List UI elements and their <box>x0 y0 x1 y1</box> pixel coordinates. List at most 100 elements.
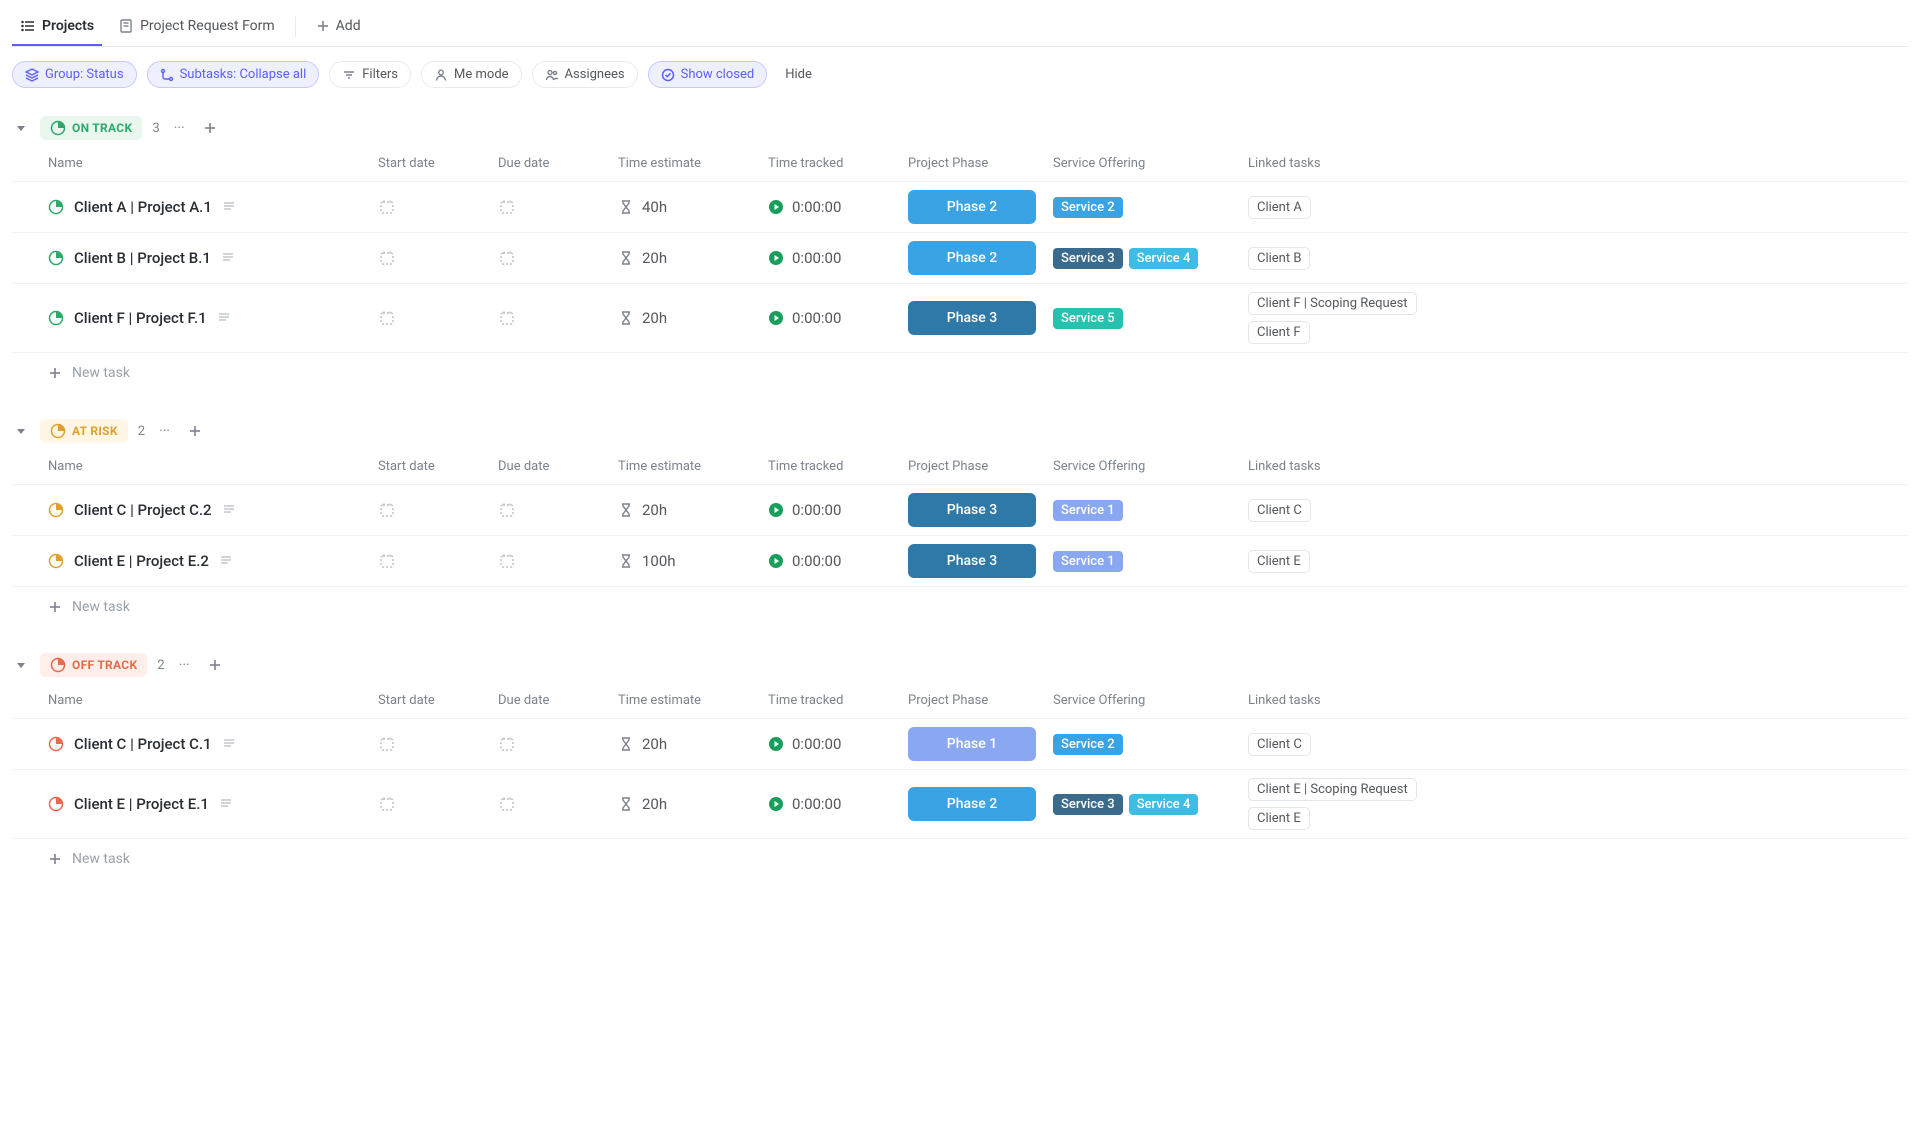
col-due-date[interactable]: Due date <box>498 459 618 474</box>
due-date-cell[interactable] <box>498 552 618 570</box>
collapse-caret-icon[interactable] <box>12 422 30 440</box>
task-row[interactable]: Client F | Project F.1 20h 0:00:00 Phase… <box>12 283 1908 352</box>
linked-cell[interactable]: Client C <box>1248 499 1908 522</box>
group-by-button[interactable]: Group: Status <box>12 61 137 88</box>
start-date-cell[interactable] <box>378 501 498 519</box>
col-project-phase[interactable]: Project Phase <box>908 693 1053 708</box>
play-icon[interactable] <box>768 199 784 215</box>
play-icon[interactable] <box>768 553 784 569</box>
new-task-button[interactable]: New task <box>12 838 1908 875</box>
phase-cell[interactable]: Phase 2 <box>908 787 1053 821</box>
time-estimate-cell[interactable]: 20h <box>618 309 768 327</box>
group-add-button[interactable] <box>199 119 221 137</box>
col-time-tracked[interactable]: Time tracked <box>768 459 908 474</box>
linked-task-chip[interactable]: Client A <box>1248 196 1311 219</box>
description-icon[interactable] <box>222 200 236 214</box>
col-linked-tasks[interactable]: Linked tasks <box>1248 156 1908 171</box>
play-icon[interactable] <box>768 310 784 326</box>
time-tracked-cell[interactable]: 0:00:00 <box>768 309 908 327</box>
service-tag[interactable]: Service 5 <box>1053 308 1123 329</box>
col-project-phase[interactable]: Project Phase <box>908 156 1053 171</box>
col-due-date[interactable]: Due date <box>498 693 618 708</box>
col-linked-tasks[interactable]: Linked tasks <box>1248 693 1908 708</box>
assignees-button[interactable]: Assignees <box>532 61 638 88</box>
task-row[interactable]: Client E | Project E.1 20h 0:00:00 Phase… <box>12 769 1908 838</box>
col-time-estimate[interactable]: Time estimate <box>618 693 768 708</box>
linked-task-chip[interactable]: Client F | Scoping Request <box>1248 292 1417 315</box>
col-name[interactable]: Name <box>48 156 378 171</box>
task-name[interactable]: Client E | Project E.1 <box>74 795 209 813</box>
time-estimate-cell[interactable]: 100h <box>618 552 768 570</box>
service-cell[interactable]: Service 1 <box>1053 551 1248 572</box>
task-name[interactable]: Client B | Project B.1 <box>74 249 211 267</box>
time-estimate-cell[interactable]: 20h <box>618 735 768 753</box>
phase-cell[interactable]: Phase 1 <box>908 727 1053 761</box>
col-start-date[interactable]: Start date <box>378 156 498 171</box>
service-tag[interactable]: Service 4 <box>1129 794 1199 815</box>
phase-cell[interactable]: Phase 2 <box>908 190 1053 224</box>
col-name[interactable]: Name <box>48 693 378 708</box>
play-icon[interactable] <box>768 796 784 812</box>
phase-badge[interactable]: Phase 3 <box>908 301 1036 335</box>
task-status-icon[interactable] <box>48 736 64 752</box>
phase-badge[interactable]: Phase 2 <box>908 787 1036 821</box>
linked-task-chip[interactable]: Client E <box>1248 550 1310 573</box>
new-task-button[interactable]: New task <box>12 586 1908 623</box>
group-more-button[interactable]: ··· <box>155 421 174 441</box>
description-icon[interactable] <box>217 311 231 325</box>
start-date-cell[interactable] <box>378 552 498 570</box>
description-icon[interactable] <box>219 554 233 568</box>
group-more-button[interactable]: ··· <box>170 118 189 138</box>
tab-projects[interactable]: Projects <box>12 8 102 46</box>
due-date-cell[interactable] <box>498 309 618 327</box>
time-tracked-cell[interactable]: 0:00:00 <box>768 552 908 570</box>
task-name[interactable]: Client F | Project F.1 <box>74 309 207 327</box>
linked-task-chip[interactable]: Client E <box>1248 807 1310 830</box>
linked-cell[interactable]: Client B <box>1248 247 1908 270</box>
start-date-cell[interactable] <box>378 309 498 327</box>
subtasks-button[interactable]: Subtasks: Collapse all <box>147 61 320 88</box>
task-row[interactable]: Client B | Project B.1 20h 0:00:00 Phase… <box>12 232 1908 283</box>
time-tracked-cell[interactable]: 0:00:00 <box>768 735 908 753</box>
service-tag[interactable]: Service 2 <box>1053 197 1123 218</box>
description-icon[interactable] <box>222 737 236 751</box>
phase-cell[interactable]: Phase 3 <box>908 493 1053 527</box>
tab-request-form[interactable]: Project Request Form <box>110 8 283 46</box>
col-service-offering[interactable]: Service Offering <box>1053 156 1248 171</box>
service-tag[interactable]: Service 4 <box>1129 248 1199 269</box>
col-time-estimate[interactable]: Time estimate <box>618 156 768 171</box>
task-status-icon[interactable] <box>48 310 64 326</box>
play-icon[interactable] <box>768 736 784 752</box>
task-name[interactable]: Client E | Project E.2 <box>74 552 209 570</box>
task-row[interactable]: Client C | Project C.1 20h 0:00:00 Phase… <box>12 718 1908 769</box>
collapse-caret-icon[interactable] <box>12 119 30 137</box>
phase-badge[interactable]: Phase 2 <box>908 190 1036 224</box>
group-status-pill[interactable]: AT RISK <box>40 419 128 443</box>
service-tag[interactable]: Service 1 <box>1053 551 1123 572</box>
phase-badge[interactable]: Phase 3 <box>908 544 1036 578</box>
start-date-cell[interactable] <box>378 735 498 753</box>
linked-task-chip[interactable]: Client F <box>1248 321 1310 344</box>
linked-task-chip[interactable]: Client E | Scoping Request <box>1248 778 1417 801</box>
task-name[interactable]: Client A | Project A.1 <box>74 198 212 216</box>
description-icon[interactable] <box>221 251 235 265</box>
description-icon[interactable] <box>222 503 236 517</box>
time-estimate-cell[interactable]: 40h <box>618 198 768 216</box>
task-status-icon[interactable] <box>48 796 64 812</box>
col-time-tracked[interactable]: Time tracked <box>768 693 908 708</box>
collapse-caret-icon[interactable] <box>12 656 30 674</box>
phase-badge[interactable]: Phase 2 <box>908 241 1036 275</box>
group-status-pill[interactable]: ON TRACK <box>40 116 142 140</box>
me-mode-button[interactable]: Me mode <box>421 61 522 88</box>
due-date-cell[interactable] <box>498 249 618 267</box>
group-add-button[interactable] <box>184 422 206 440</box>
linked-cell[interactable]: Client E <box>1248 550 1908 573</box>
due-date-cell[interactable] <box>498 735 618 753</box>
new-task-button[interactable]: New task <box>12 352 1908 389</box>
task-status-icon[interactable] <box>48 250 64 266</box>
filters-button[interactable]: Filters <box>329 61 411 88</box>
phase-cell[interactable]: Phase 3 <box>908 301 1053 335</box>
time-tracked-cell[interactable]: 0:00:00 <box>768 795 908 813</box>
task-status-icon[interactable] <box>48 502 64 518</box>
show-closed-button[interactable]: Show closed <box>648 61 768 88</box>
